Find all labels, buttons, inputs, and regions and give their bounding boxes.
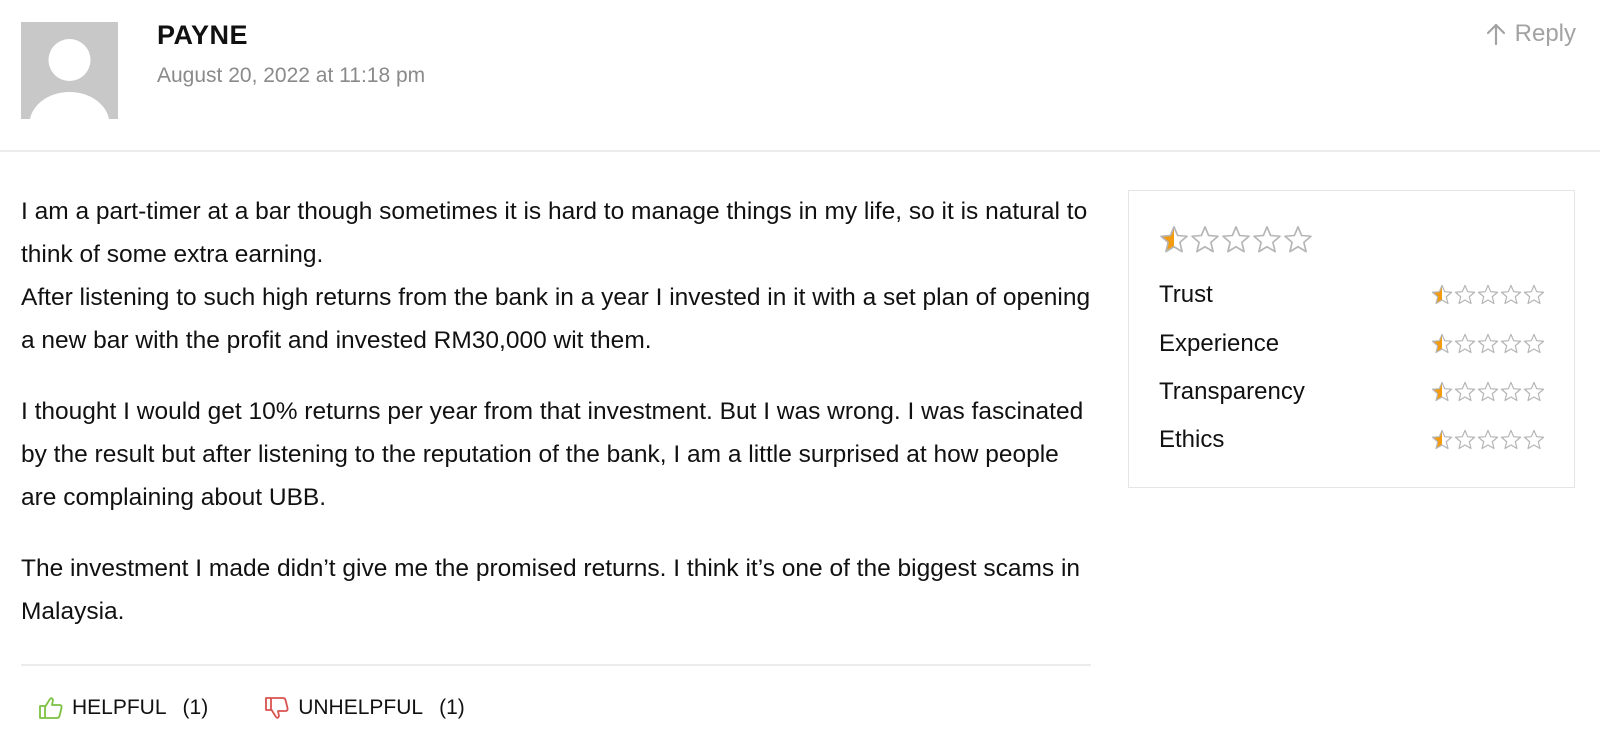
rating-label: Transparency [1159,378,1305,405]
arrow-up-icon [1486,23,1505,46]
star-icon [1431,429,1453,451]
reply-label: Reply [1514,20,1576,47]
comment-paragraph: I thought I would get 10% returns per ye… [21,398,1084,511]
comment-header: PAYNE August 20, 2022 at 11:18 pm Reply [0,0,1600,152]
rating-row-ethics: Ethics [1159,426,1545,454]
rating-label: Ethics [1159,426,1225,453]
comment-paragraph: I am a part-timer at a bar though someti… [21,198,1091,354]
unhelpful-count: (1) [439,696,465,719]
star-icon [1221,225,1251,255]
star-icon [1477,333,1499,355]
comment-paragraph: The investment I made didn’t give me the… [21,555,1081,625]
star-icon [1454,429,1476,451]
star-icon [1500,284,1522,306]
rating-row-trust: Trust [1159,281,1545,309]
rating-stars [1431,333,1545,355]
helpful-label: HELPFUL [72,696,167,719]
rating-label: Trust [1159,281,1213,308]
helpful-button[interactable]: HELPFUL (1) [38,696,208,720]
star-icon [1523,429,1545,451]
star-icon [1500,333,1522,355]
star-icon [1477,429,1499,451]
rating-label: Experience [1159,330,1280,357]
star-icon [1252,225,1282,255]
user-silhouette-icon [21,22,118,119]
star-icon [1454,284,1476,306]
divider [21,664,1091,666]
star-icon [1523,284,1545,306]
comment-body: I am a part-timer at a bar though someti… [21,190,1091,661]
rating-stars [1431,381,1545,403]
thumbs-up-icon [39,697,63,719]
rating-stars [1431,284,1545,306]
star-icon [1477,381,1499,403]
star-icon [1500,381,1522,403]
rating-stars [1431,429,1545,451]
thumbs-down-icon [265,697,289,719]
rating-box: Trust Experience Transparency Ethics [1128,190,1575,488]
comment-author: PAYNE [157,20,249,50]
star-icon [1523,381,1545,403]
star-icon [1431,381,1453,403]
reply-button[interactable]: Reply [1485,20,1576,48]
star-icon [1159,225,1189,255]
star-icon [1500,429,1522,451]
star-icon [1283,225,1313,255]
helpful-count: (1) [182,696,209,719]
overall-rating [1159,225,1313,255]
star-icon [1477,284,1499,306]
star-icon [1431,333,1453,355]
star-icon [1190,225,1220,255]
star-icon [1431,284,1453,306]
avatar [21,22,118,119]
star-icon [1454,381,1476,403]
unhelpful-button[interactable]: UNHELPFUL (1) [264,696,465,720]
star-icon [1523,333,1545,355]
unhelpful-label: UNHELPFUL [298,696,424,719]
comment-date: August 20, 2022 at 11:18 pm [157,64,426,87]
vote-bar: HELPFUL (1) UNHELPFUL (1) [38,696,465,720]
rating-row-transparency: Transparency [1159,378,1545,406]
star-icon [1454,333,1476,355]
rating-row-experience: Experience [1159,330,1545,358]
